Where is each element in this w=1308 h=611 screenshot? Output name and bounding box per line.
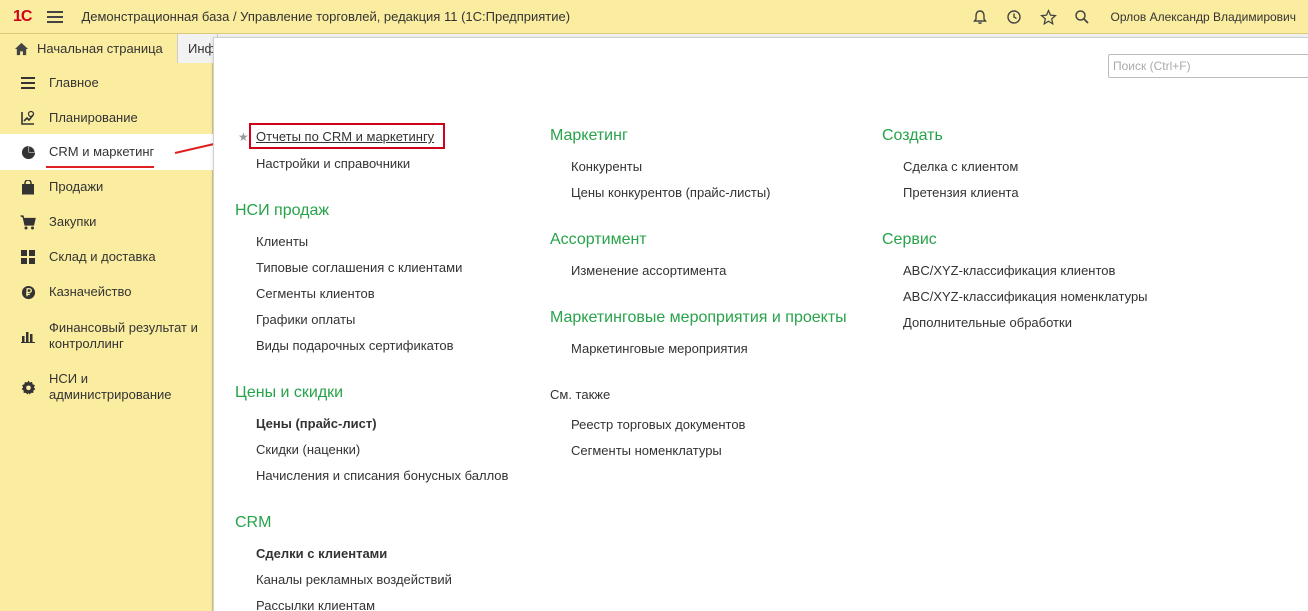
list-icon: [20, 75, 36, 91]
link[interactable]: Виды подарочных сертификатов: [256, 338, 454, 353]
group-title: Сервис: [882, 231, 937, 248]
link[interactable]: Скидки (наценки): [256, 442, 360, 457]
tab-home[interactable]: Начальная страница: [0, 34, 178, 63]
app-title: Демонстрационная база / Управление торго…: [81, 9, 571, 24]
shopping-bag-icon: [20, 179, 36, 195]
link[interactable]: Претензия клиента: [903, 185, 1019, 200]
bar-chart-icon: [20, 328, 36, 344]
link[interactable]: Начисления и списания бонусных баллов: [256, 468, 508, 483]
sidebar-item-label: Продажи: [49, 179, 104, 194]
grid-icon: [20, 249, 36, 265]
gear-icon: [20, 379, 36, 395]
history-icon[interactable]: [1004, 7, 1024, 27]
link[interactable]: ABC/XYZ-классификация номенклатуры: [903, 289, 1148, 304]
app-logo[interactable]: 1С: [13, 8, 32, 26]
group-title: CRM: [235, 514, 272, 531]
pie-chart-icon: [20, 144, 36, 160]
search-input[interactable]: [1108, 54, 1308, 78]
tab-home-label: Начальная страница: [37, 41, 163, 56]
link[interactable]: Изменение ассортимента: [571, 263, 726, 278]
active-item-underline: [46, 166, 154, 168]
sidebar-item-label: Главное: [49, 75, 99, 90]
link[interactable]: Дополнительные обработки: [903, 315, 1072, 330]
link-crm-reports[interactable]: Отчеты по CRM и маркетингу: [256, 129, 434, 144]
top-bar: 1С Демонстрационная база / Управление то…: [0, 0, 1308, 34]
link[interactable]: Сделка с клиентом: [903, 159, 1018, 174]
menu-icon[interactable]: [47, 10, 64, 23]
home-icon: [13, 41, 29, 57]
see-also-title: См. также: [550, 387, 611, 402]
link[interactable]: Реестр торговых документов: [571, 417, 745, 432]
sidebar-item-treasury[interactable]: Казначейство: [0, 282, 213, 302]
star-icon[interactable]: [1038, 7, 1058, 27]
link[interactable]: Клиенты: [256, 234, 308, 249]
ruble-coin-icon: [20, 284, 36, 300]
sidebar-item-label: Закупки: [49, 214, 97, 229]
link[interactable]: Типовые соглашения с клиентами: [256, 260, 462, 275]
sidebar-item-purchases[interactable]: Закупки: [0, 212, 213, 232]
tab-info[interactable]: Инф: [178, 34, 218, 63]
link[interactable]: Цены (прайс-лист): [256, 416, 377, 431]
link[interactable]: Сегменты номенклатуры: [571, 443, 722, 458]
link[interactable]: Цены конкурентов (прайс-листы): [571, 185, 771, 200]
search-icon[interactable]: [1072, 7, 1092, 27]
cart-icon: [20, 214, 36, 230]
sidebar-item-warehouse[interactable]: Склад и доставка: [0, 247, 213, 267]
sidebar-item-main[interactable]: Главное: [0, 73, 213, 93]
link[interactable]: ABC/XYZ-классификация клиентов: [903, 263, 1115, 278]
group-title: Маркетинговые мероприятия и проекты: [550, 309, 847, 326]
link-settings[interactable]: Настройки и справочники: [256, 156, 410, 171]
sidebar-item-label: CRM и маркетинг: [49, 144, 155, 159]
link[interactable]: Графики оплаты: [256, 312, 355, 327]
sidebar-item-finance[interactable]: Финансовый результат и контроллинг: [0, 318, 213, 354]
group-title: Создать: [882, 127, 943, 144]
bell-icon[interactable]: [970, 7, 990, 27]
link[interactable]: Сделки с клиентами: [256, 546, 387, 561]
sidebar-item-label: Финансовый результат и контроллинг: [49, 320, 198, 351]
sidebar-item-sales[interactable]: Продажи: [0, 177, 213, 197]
link[interactable]: Сегменты клиентов: [256, 286, 375, 301]
sidebar-item-admin[interactable]: НСИ и администрирование: [0, 369, 213, 405]
sidebar-item-label: Казначейство: [49, 284, 132, 299]
sidebar-item-label: Склад и доставка: [49, 249, 156, 264]
sidebar-item-label: Планирование: [49, 110, 138, 125]
favorite-star-icon[interactable]: ★: [238, 130, 249, 144]
link[interactable]: Каналы рекламных воздействий: [256, 572, 452, 587]
tab-info-label: Инф: [188, 41, 216, 56]
link[interactable]: Рассылки клиентам: [256, 598, 375, 611]
user-name[interactable]: Орлов Александр Владимирович: [1110, 10, 1296, 24]
group-title: Цены и скидки: [235, 384, 344, 401]
link[interactable]: Конкуренты: [571, 159, 642, 174]
sidebar-item-planning[interactable]: Планирование: [0, 108, 213, 128]
group-title: Маркетинг: [550, 127, 628, 144]
sidebar-item-label: НСИ и администрирование: [49, 371, 172, 402]
group-title: НСИ продаж: [235, 202, 330, 219]
planning-icon: [20, 110, 36, 126]
group-title: Ассортимент: [550, 231, 647, 248]
link[interactable]: Маркетинговые мероприятия: [571, 341, 748, 356]
